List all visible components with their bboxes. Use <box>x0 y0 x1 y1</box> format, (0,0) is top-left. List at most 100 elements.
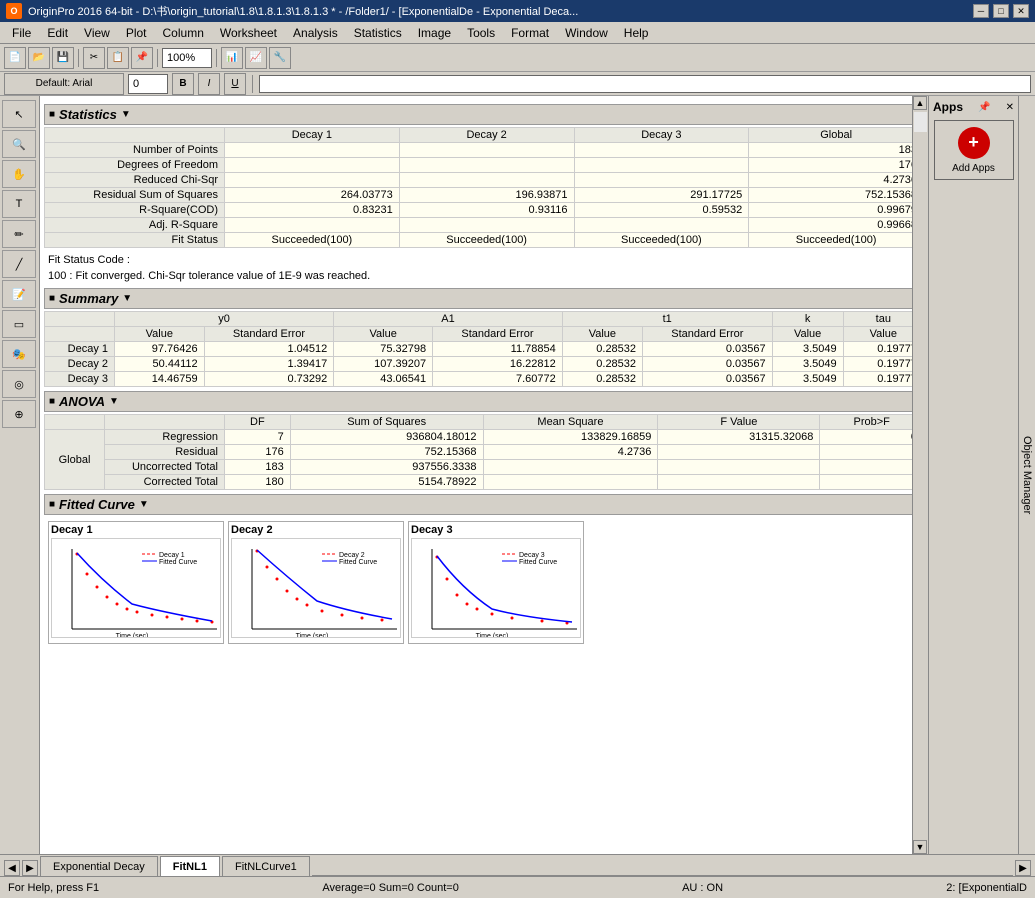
menu-view[interactable]: View <box>76 24 118 42</box>
save-btn[interactable]: 💾 <box>52 47 74 69</box>
table-row: Corrected Total 180 5154.78922 <box>45 475 924 490</box>
fitted-curve-toggle[interactable]: ■ <box>49 499 55 510</box>
fit-status-note1: Fit Status Code : <box>44 252 924 268</box>
statistics-toggle[interactable]: ■ <box>49 109 55 120</box>
tab-exponential-decay[interactable]: Exponential Decay <box>40 856 158 876</box>
screen-reader[interactable]: ⊕ <box>2 400 36 428</box>
apps-pin[interactable]: 📌 <box>978 102 990 113</box>
fitted-curve-arrow[interactable]: ▼ <box>139 499 149 510</box>
menu-format[interactable]: Format <box>503 24 557 42</box>
summary-arrow[interactable]: ▼ <box>122 293 132 304</box>
draw-tool[interactable]: ✏ <box>2 220 36 248</box>
menu-edit[interactable]: Edit <box>39 24 76 42</box>
menu-help[interactable]: Help <box>616 24 657 42</box>
tab-scroll-right[interactable]: ▶ <box>22 860 38 876</box>
cut-btn[interactable]: ✂ <box>83 47 105 69</box>
menu-image[interactable]: Image <box>410 24 459 42</box>
sum-sh-t1v: Value <box>562 327 642 342</box>
menu-plot[interactable]: Plot <box>118 24 155 42</box>
sep3 <box>216 49 217 67</box>
stats-d1-0 <box>225 143 400 158</box>
stats-d1-2 <box>225 173 400 188</box>
stats-global-1: 176 <box>749 158 924 173</box>
sum-row1-t1se: 0.03567 <box>643 357 773 372</box>
sep-f <box>252 75 253 93</box>
maximize-btn[interactable]: □ <box>993 4 1009 18</box>
tab-fitnl1[interactable]: FitNL1 <box>160 856 220 876</box>
summary-title: Summary <box>59 291 118 306</box>
menu-worksheet[interactable]: Worksheet <box>212 24 285 42</box>
statistics-arrow[interactable]: ▼ <box>121 109 131 120</box>
summary-toggle[interactable]: ■ <box>49 293 55 304</box>
anova-row0-ms: 133829.16859 <box>483 430 658 445</box>
zoom-tool[interactable]: 🔍 <box>2 130 36 158</box>
table-row: Global Regression 7 936804.18012 133829.… <box>45 430 924 445</box>
menu-tools[interactable]: Tools <box>459 24 503 42</box>
curve-decay3-svg: Decay 3 Fitted Curve Time (sec) <box>411 538 581 638</box>
tab-scroll-left[interactable]: ◀ <box>4 860 20 876</box>
object-manager-panel[interactable]: Object Manager <box>1018 96 1035 854</box>
region-tool[interactable]: ▭ <box>2 310 36 338</box>
line-tool[interactable]: ╱ <box>2 250 36 278</box>
font-size-input[interactable] <box>128 74 168 94</box>
stats-d2-3: 196.93871 <box>399 188 574 203</box>
menu-column[interactable]: Column <box>155 24 212 42</box>
vertical-scrollbar[interactable]: ▲ ▼ <box>912 96 928 854</box>
annotation-tool[interactable]: 📝 <box>2 280 36 308</box>
anova-table: DF Sum of Squares Mean Square F Value Pr… <box>44 414 924 490</box>
mask-tool[interactable]: 🎭 <box>2 340 36 368</box>
status-stats: Average=0 Sum=0 Count=0 <box>322 882 458 894</box>
table-row: Decay 3 14.46759 0.73292 43.06541 7.6077… <box>45 372 924 387</box>
stats-d2-1 <box>399 158 574 173</box>
svg-text:Decay 1: Decay 1 <box>159 552 185 559</box>
stats-label-0: Number of Points <box>45 143 225 158</box>
curve-decay3: Decay 3 Decay 3 Fitted Curve <box>408 521 584 644</box>
add-apps-button[interactable]: + Add Apps <box>934 120 1014 180</box>
data-reader[interactable]: ◎ <box>2 370 36 398</box>
sum-sh-a1se: Standard Error <box>433 327 563 342</box>
anova-row3-sub: Corrected Total <box>105 475 225 490</box>
anova-toggle[interactable]: ■ <box>49 396 55 407</box>
tab-nav-right[interactable]: ▶ <box>1015 860 1031 876</box>
sum-sh-empty <box>45 327 115 342</box>
formula-input[interactable] <box>259 75 1031 93</box>
paste-btn[interactable]: 📌 <box>131 47 153 69</box>
graph-btn[interactable]: 📊 <box>221 47 243 69</box>
close-btn[interactable]: ✕ <box>1013 4 1029 18</box>
copy-btn[interactable]: 📋 <box>107 47 129 69</box>
apps-close[interactable]: ✕ <box>1006 102 1014 113</box>
italic-btn[interactable]: I <box>198 73 220 95</box>
stats-label-2: Reduced Chi-Sqr <box>45 173 225 188</box>
menu-file[interactable]: File <box>4 24 39 42</box>
bold-btn[interactable]: B <box>172 73 194 95</box>
stats-global-6: Succeeded(100) <box>749 233 924 248</box>
stats-label-4: R-Square(COD) <box>45 203 225 218</box>
stats-label-5: Adj. R-Square <box>45 218 225 233</box>
fit-btn[interactable]: 📈 <box>245 47 267 69</box>
new-btn[interactable]: 📄 <box>4 47 26 69</box>
status-window: 2: [ExponentialD <box>946 882 1027 894</box>
zoom-input[interactable] <box>162 48 212 68</box>
font-selector[interactable]: Default: Arial <box>4 73 124 95</box>
sum-row0-t1v: 0.28532 <box>562 342 642 357</box>
scroll-thumb[interactable] <box>914 112 927 132</box>
table-row: Decay 1 97.76426 1.04512 75.32798 11.788… <box>45 342 924 357</box>
scroll-up-btn[interactable]: ▲ <box>913 96 927 110</box>
anova-row1-fval <box>658 445 820 460</box>
sum-h-y0: y0 <box>115 312 334 327</box>
anova-arrow[interactable]: ▼ <box>109 396 119 407</box>
menu-statistics[interactable]: Statistics <box>346 24 410 42</box>
menu-analysis[interactable]: Analysis <box>285 24 346 42</box>
select-tool[interactable]: ↖ <box>2 100 36 128</box>
tools-btn[interactable]: 🔧 <box>269 47 291 69</box>
underline-btn[interactable]: U <box>224 73 246 95</box>
pan-tool[interactable]: ✋ <box>2 160 36 188</box>
tab-fitnlcurve1[interactable]: FitNLCurve1 <box>222 856 310 876</box>
open-btn[interactable]: 📂 <box>28 47 50 69</box>
minimize-btn[interactable]: ─ <box>973 4 989 18</box>
menu-window[interactable]: Window <box>557 24 616 42</box>
anova-row1-sub: Residual <box>105 445 225 460</box>
anova-row2-ss: 937556.3338 <box>290 460 483 475</box>
text-tool[interactable]: T <box>2 190 36 218</box>
scroll-down-btn[interactable]: ▼ <box>913 840 927 854</box>
